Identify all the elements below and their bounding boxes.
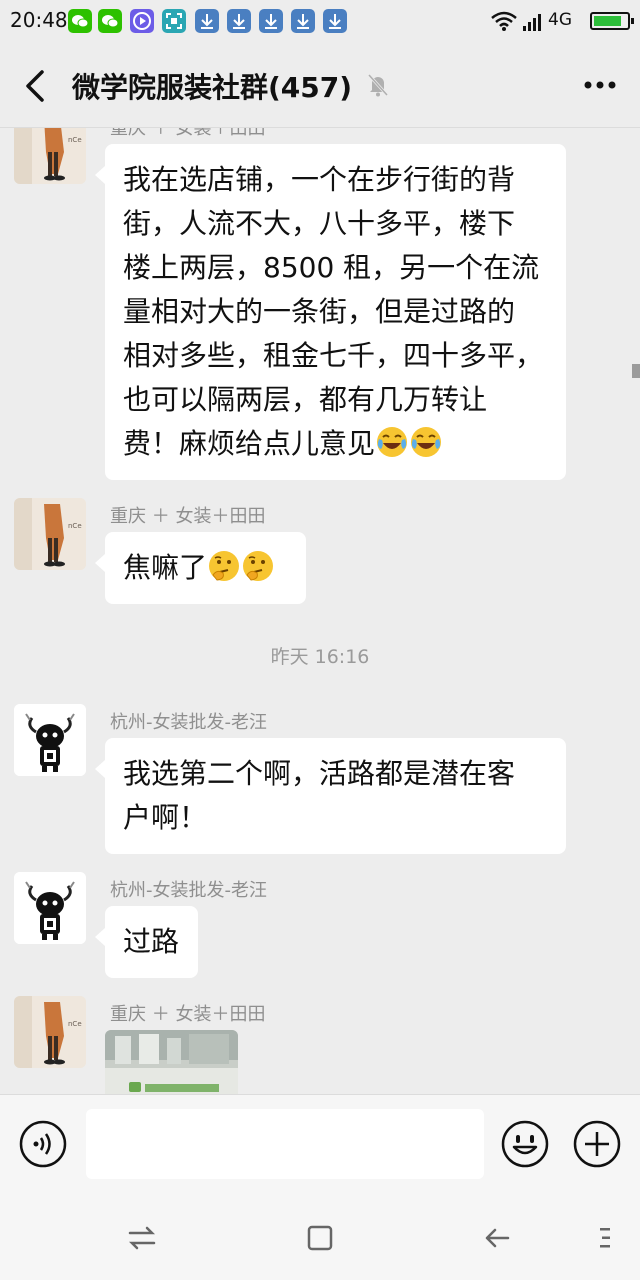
message-line: 户啊！ (123, 801, 208, 834)
message-line: 相对多些，租金七千，四十多平， (123, 339, 544, 372)
video-icon (130, 9, 154, 33)
message-text: 过路 (123, 925, 180, 958)
person-avatar[interactable]: nCe (14, 996, 86, 1068)
bull-avatar[interactable] (14, 872, 86, 944)
message-bubble[interactable]: 我选第二个啊，活路都是潜在客 户啊！ (95, 738, 566, 854)
scan-icon (162, 9, 186, 33)
sender-name: 杭州-女装批发-老汪 (110, 880, 267, 901)
message-text: 焦嘛了 (123, 551, 208, 584)
status-bar: 20:48 4G (0, 0, 640, 42)
message-text: 费！麻烦给点儿意见 (123, 427, 376, 460)
home-square-icon[interactable] (302, 1220, 338, 1256)
network-type: 4G (548, 10, 572, 30)
download-icon (227, 9, 251, 33)
bull-avatar[interactable] (14, 704, 86, 776)
page-title: 微学院服装社群(457) (72, 71, 353, 104)
sender-name: 重庆 ＋ 女装＋田田 (110, 128, 266, 139)
chat-area[interactable]: 重庆 ＋ 女装＋田田 nCe 我在选店铺，一个在步行街的背 街，人流不大，八十多… (0, 128, 640, 1094)
message-line: 我选第二个啊，活路都是潜在客 (123, 757, 516, 790)
more-icon[interactable] (580, 70, 620, 100)
menu-switch-icon[interactable] (124, 1220, 160, 1256)
image-thumbnail[interactable] (105, 1030, 238, 1094)
bell-off-icon (367, 73, 389, 97)
download-icon (259, 9, 283, 33)
message-line: 街，人流不大，八十多平，楼下 (123, 207, 516, 240)
wechat-icon (68, 9, 92, 33)
download-icon (323, 9, 347, 33)
back-arrow-icon[interactable] (480, 1220, 516, 1256)
wechat-icon (98, 9, 122, 33)
person-avatar[interactable]: nCe (14, 128, 86, 184)
sender-name: 重庆 ＋ 女装＋田田 (110, 1004, 266, 1025)
input-bar (0, 1094, 640, 1194)
person-avatar[interactable]: nCe (14, 498, 86, 570)
voice-icon[interactable] (18, 1119, 68, 1169)
plus-icon[interactable] (572, 1119, 622, 1169)
thinking-emoji (243, 551, 274, 581)
svg-text:nCe: nCe (68, 522, 82, 530)
wifi-icon (491, 11, 517, 31)
message-line: 量相对大的一条街，但是过路的 (123, 295, 516, 328)
battery-icon (590, 12, 634, 30)
timestamp: 昨天 16:16 (270, 646, 370, 668)
download-icon (291, 9, 315, 33)
message-line: 费！麻烦给点儿意见 (123, 422, 548, 466)
message-line: 我在选店铺，一个在步行街的背 (123, 163, 516, 196)
svg-text:nCe: nCe (68, 136, 82, 144)
thinking-emoji (209, 551, 240, 581)
signal-icon (523, 14, 541, 31)
more-vertical-icon[interactable] (588, 1220, 624, 1256)
message-line: 也可以隔两层，都有几万转让 (123, 383, 488, 416)
chat-header: 微学院服装社群(457) (0, 42, 640, 128)
emoji-icon[interactable] (500, 1119, 550, 1169)
status-time: 20:48 (10, 8, 68, 32)
sender-name: 杭州-女装批发-老汪 (110, 712, 267, 733)
battery-level (594, 16, 622, 26)
message-bubble[interactable]: 我在选店铺，一个在步行街的背 街，人流不大，八十多平，楼下 楼上两层，8500 … (95, 144, 566, 480)
message-bubble[interactable]: 过路 (95, 906, 198, 978)
message-line: 楼上两层，8500 租，另一个在流 (123, 251, 540, 284)
message-input[interactable] (86, 1109, 484, 1179)
sender-name: 重庆 ＋ 女装＋田田 (110, 506, 266, 527)
tears-of-joy-emoji (411, 427, 442, 457)
download-icon (195, 9, 219, 33)
svg-text:nCe: nCe (68, 1020, 82, 1028)
chevron-left-icon[interactable] (20, 66, 56, 106)
message-bubble[interactable]: 焦嘛了 (95, 532, 306, 604)
scrollbar[interactable] (632, 364, 640, 378)
system-navigation (0, 1194, 640, 1280)
tears-of-joy-emoji (377, 427, 408, 457)
